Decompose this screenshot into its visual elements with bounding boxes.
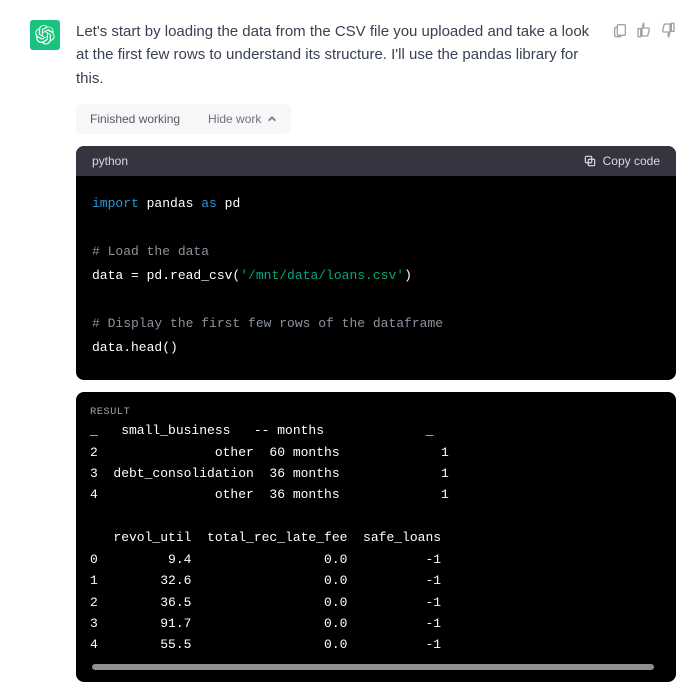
thumbs-up-icon[interactable] [636,22,652,38]
message-actions [612,20,676,38]
work-status-pill[interactable]: Finished working Hide work [76,104,291,134]
code-token: data = pd.read_csv( [92,268,240,283]
code-body: import pandas as pd # Load the data data… [76,176,676,380]
assistant-message-text: Let's start by loading the data from the… [76,20,600,90]
result-output: _ small_business -- months _ 2 other 60 … [90,420,666,656]
thumbs-down-icon[interactable] [660,22,676,38]
code-language-label: python [92,154,128,168]
clipboard-icon[interactable] [612,22,628,38]
copy-code-label: Copy code [603,154,660,168]
result-block: RESULT _ small_business -- months _ 2 ot… [76,392,676,682]
code-string: '/mnt/data/loans.csv' [240,268,404,283]
code-comment: # Load the data [92,244,209,259]
chevron-up-icon [267,114,277,124]
horizontal-scrollbar[interactable] [92,662,664,672]
scrollbar-thumb[interactable] [92,664,654,670]
message-content: Let's start by loading the data from the… [76,20,676,682]
code-token: pandas [147,196,194,211]
code-comment: # Display the first few rows of the data… [92,316,443,331]
code-header: python Copy code [76,146,676,176]
code-token: as [201,196,217,211]
work-status-text: Finished working [90,112,180,126]
result-label: RESULT [90,406,666,418]
code-token: pd [225,196,241,211]
hide-work-label: Hide work [208,112,261,126]
hide-work-toggle[interactable]: Hide work [208,112,277,126]
code-block: python Copy code import pandas as pd # L… [76,146,676,380]
code-token: ) [404,268,412,283]
openai-logo-icon [35,25,55,45]
copy-code-button[interactable]: Copy code [583,154,660,168]
message-container: Let's start by loading the data from the… [0,0,700,682]
copy-icon [583,154,597,168]
code-token: import [92,196,139,211]
code-token: data.head() [92,340,178,355]
assistant-avatar [30,20,60,50]
message-top-row: Let's start by loading the data from the… [76,20,676,90]
